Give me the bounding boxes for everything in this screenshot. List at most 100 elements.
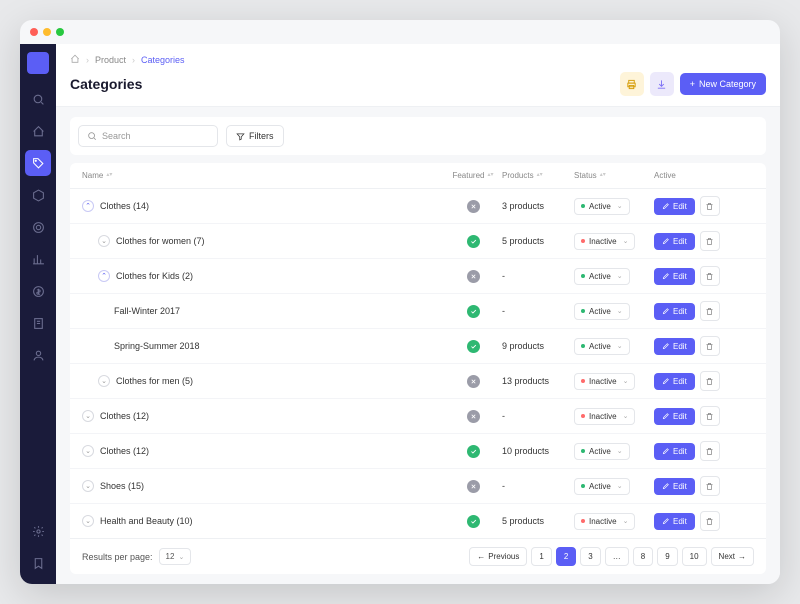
col-status-header[interactable]: Status▴▾ (574, 171, 654, 180)
category-name[interactable]: Clothes for Kids (2) (116, 271, 193, 281)
status-select[interactable]: Active⌄ (574, 443, 630, 460)
col-featured-header[interactable]: Featured▴▾ (444, 171, 502, 180)
products-count: - (502, 481, 574, 491)
chevron-down-icon[interactable]: ⌄ (98, 235, 110, 247)
chevron-down-icon[interactable]: ⌄ (82, 515, 94, 527)
next-button[interactable]: Next→ (711, 547, 754, 566)
edit-button[interactable]: Edit (654, 373, 695, 390)
delete-button[interactable] (700, 231, 720, 251)
edit-button[interactable]: Edit (654, 233, 695, 250)
featured-x-icon[interactable] (467, 410, 480, 423)
col-products-header[interactable]: Products▴▾ (502, 171, 574, 180)
featured-x-icon[interactable] (467, 480, 480, 493)
edit-button[interactable]: Edit (654, 338, 695, 355)
featured-x-icon[interactable] (467, 375, 480, 388)
status-select[interactable]: Inactive⌄ (574, 513, 635, 530)
table-row: ⌄Clothes (12)10 productsActive⌄Edit (70, 434, 766, 469)
edit-button[interactable]: Edit (654, 198, 695, 215)
page-9-button[interactable]: 9 (657, 547, 677, 566)
category-name[interactable]: Clothes (12) (100, 411, 149, 421)
target-nav-icon[interactable] (25, 214, 51, 240)
page-8-button[interactable]: 8 (633, 547, 653, 566)
chevron-down-icon[interactable]: ⌄ (82, 480, 94, 492)
box-nav-icon[interactable] (25, 182, 51, 208)
status-select[interactable]: Active⌄ (574, 268, 630, 285)
chevron-down-icon[interactable]: ⌄ (82, 445, 94, 457)
dollar-nav-icon[interactable] (25, 278, 51, 304)
page-10-button[interactable]: 10 (682, 547, 707, 566)
category-name[interactable]: Spring-Summer 2018 (114, 341, 200, 351)
page-2-button[interactable]: 2 (556, 547, 576, 566)
search-nav-icon[interactable] (25, 86, 51, 112)
delete-button[interactable] (700, 406, 720, 426)
close-dot[interactable] (30, 28, 38, 36)
edit-button[interactable]: Edit (654, 408, 695, 425)
chart-nav-icon[interactable] (25, 246, 51, 272)
table-header: Name▴▾ Featured▴▾ Products▴▾ Status▴▾ Ac… (70, 163, 766, 189)
chevron-up-icon[interactable]: ⌃ (98, 270, 110, 282)
category-name[interactable]: Clothes (14) (100, 201, 149, 211)
home-icon[interactable] (70, 54, 80, 66)
delete-button[interactable] (700, 441, 720, 461)
delete-button[interactable] (700, 476, 720, 496)
print-button[interactable] (620, 72, 644, 96)
bookmark-nav-icon[interactable] (25, 550, 51, 576)
featured-check-icon[interactable] (467, 305, 480, 318)
search-input[interactable]: Search (78, 125, 218, 147)
featured-check-icon[interactable] (467, 515, 480, 528)
per-page-select[interactable]: 12 ⌄ (159, 548, 192, 565)
featured-check-icon[interactable] (467, 445, 480, 458)
page-3-button[interactable]: 3 (580, 547, 600, 566)
status-select[interactable]: Active⌄ (574, 303, 630, 320)
prev-button[interactable]: ←Previous (469, 547, 527, 566)
categories-table: Name▴▾ Featured▴▾ Products▴▾ Status▴▾ Ac… (70, 163, 766, 574)
col-name-header[interactable]: Name▴▾ (82, 171, 444, 180)
app-logo[interactable] (27, 52, 49, 74)
featured-check-icon[interactable] (467, 235, 480, 248)
featured-x-icon[interactable] (467, 200, 480, 213)
edit-button[interactable]: Edit (654, 303, 695, 320)
edit-button[interactable]: Edit (654, 443, 695, 460)
category-name[interactable]: Clothes for women (7) (116, 236, 205, 246)
new-category-button[interactable]: + New Category (680, 73, 766, 95)
gear-nav-icon[interactable] (25, 518, 51, 544)
category-name[interactable]: Shoes (15) (100, 481, 144, 491)
chevron-up-icon[interactable]: ⌃ (82, 200, 94, 212)
toolbar: Search Filters (70, 117, 766, 155)
delete-button[interactable] (700, 336, 720, 356)
category-name[interactable]: Fall-Winter 2017 (114, 306, 180, 316)
home-nav-icon[interactable] (25, 118, 51, 144)
crumb-product[interactable]: Product (95, 55, 126, 65)
user-nav-icon[interactable] (25, 342, 51, 368)
category-name[interactable]: Clothes for men (5) (116, 376, 193, 386)
edit-button[interactable]: Edit (654, 268, 695, 285)
status-select[interactable]: Inactive⌄ (574, 408, 635, 425)
crumb-categories[interactable]: Categories (141, 55, 185, 65)
edit-button[interactable]: Edit (654, 478, 695, 495)
delete-button[interactable] (700, 371, 720, 391)
minimize-dot[interactable] (43, 28, 51, 36)
chevron-down-icon[interactable]: ⌄ (82, 410, 94, 422)
edit-button[interactable]: Edit (654, 513, 695, 530)
delete-button[interactable] (700, 196, 720, 216)
download-button[interactable] (650, 72, 674, 96)
chevron-down-icon[interactable]: ⌄ (98, 375, 110, 387)
featured-x-icon[interactable] (467, 270, 480, 283)
receipt-nav-icon[interactable] (25, 310, 51, 336)
delete-button[interactable] (700, 301, 720, 321)
status-select[interactable]: Active⌄ (574, 198, 630, 215)
status-select[interactable]: Inactive⌄ (574, 373, 635, 390)
featured-check-icon[interactable] (467, 340, 480, 353)
maximize-dot[interactable] (56, 28, 64, 36)
filters-button[interactable]: Filters (226, 125, 284, 147)
status-select[interactable]: Inactive⌄ (574, 233, 635, 250)
delete-button[interactable] (700, 266, 720, 286)
status-select[interactable]: Active⌄ (574, 338, 630, 355)
category-name[interactable]: Clothes (12) (100, 446, 149, 456)
status-select[interactable]: Active⌄ (574, 478, 630, 495)
tag-nav-icon[interactable] (25, 150, 51, 176)
page-1-button[interactable]: 1 (531, 547, 551, 566)
page-ellipsis: … (605, 547, 629, 566)
delete-button[interactable] (700, 511, 720, 531)
category-name[interactable]: Health and Beauty (10) (100, 516, 193, 526)
